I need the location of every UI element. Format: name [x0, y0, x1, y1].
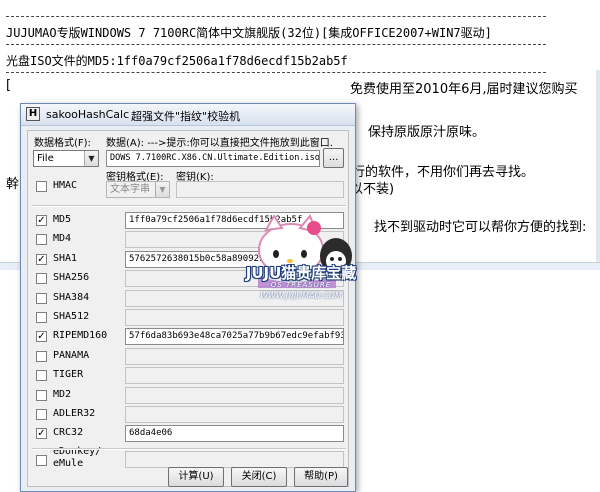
hash-label: SHA256 — [53, 272, 90, 283]
hash-output-md2[interactable] — [125, 387, 344, 404]
hash-checkbox-ripemd160[interactable]: ✓ — [36, 331, 47, 342]
data-format-value: File — [37, 153, 54, 164]
hash-label: MD4 — [53, 233, 72, 244]
hmac-checkbox[interactable] — [36, 181, 47, 192]
hash-label: ADLER32 — [53, 408, 96, 419]
hash-label: PANAMA — [53, 350, 90, 361]
hash-checkbox-sha512[interactable] — [36, 312, 47, 323]
help-button[interactable]: 帮助(P) — [294, 467, 348, 487]
data-input[interactable]: DOWS 7.7100RC.X86.CN.Ultimate.Edition.is… — [106, 150, 320, 167]
separator-line — [6, 44, 546, 45]
hash-label: MD2 — [53, 389, 72, 400]
calculate-button[interactable]: 计算(U) — [168, 467, 224, 487]
dialog-client-area: 数据格式(F): 数据(A): --->提示:你可以直接把文件拖放到此窗口. F… — [27, 130, 349, 487]
title-bar[interactable]: H sakooHashCalc 超强文件"指纹"校验机 — [21, 104, 355, 126]
chevron-down-icon[interactable]: ▼ — [155, 182, 169, 197]
hash-checkbox-edonkey[interactable] — [36, 455, 47, 466]
hash-output-edonkey[interactable] — [125, 451, 344, 468]
hash-output-ripemd160[interactable]: 57f6da83b693e48ca7025a77b9b67edc9efabf93 — [125, 328, 344, 345]
hash-label: CRC32 — [53, 427, 84, 438]
hash-checkbox-md2[interactable] — [36, 390, 47, 401]
hash-checkbox-tiger[interactable] — [36, 370, 47, 381]
hash-checkbox-crc32[interactable]: ✓ — [36, 428, 47, 439]
hash-checkbox-sha256[interactable] — [36, 273, 47, 284]
key-format-select[interactable]: 文本字串 ▼ — [106, 181, 170, 198]
hash-label: RIPEMD160 — [53, 330, 108, 341]
hash-output-tiger[interactable] — [125, 367, 344, 384]
divider — [32, 448, 346, 450]
hash-checkbox-panama[interactable] — [36, 351, 47, 362]
hello-kitty-watermark-image — [258, 214, 352, 288]
hash-checkbox-md4[interactable] — [36, 234, 47, 245]
doc-fragment-original: 保持原版原汁原味。 — [368, 125, 486, 140]
doc-fragment-driver: 找不到驱动时它可以帮你方便的找到: — [374, 220, 587, 235]
hash-label: TIGER — [53, 369, 84, 380]
doc-fragment-bracket: [ — [6, 78, 12, 93]
edonkey-label-line2: eMule — [53, 458, 84, 469]
hash-label: SHA512 — [53, 311, 90, 322]
browse-button[interactable]: ... — [323, 148, 344, 168]
hash-checkbox-sha1[interactable]: ✓ — [36, 254, 47, 265]
hash-output-panama[interactable] — [125, 348, 344, 365]
hash-output-crc32[interactable]: 68da4e06 — [125, 425, 344, 442]
separator-line — [6, 16, 546, 17]
hash-checkbox-md5[interactable]: ✓ — [36, 215, 47, 226]
hash-checkbox-sha384[interactable] — [36, 293, 47, 304]
close-button[interactable]: 关闭(C) — [231, 467, 287, 487]
watermark-subtitle: OS TREASURE — [270, 281, 332, 289]
doc-line-md5: 光盘ISO文件的MD5:1ff0a79cf2506a1f78d6ecdf15b2… — [6, 54, 348, 68]
vertical-scrollbar[interactable] — [596, 70, 600, 265]
hash-checkbox-adler32[interactable] — [36, 409, 47, 420]
data-label: 数据(A): --->提示:你可以直接把文件拖放到此窗口. — [106, 138, 333, 149]
hash-label: SHA1 — [53, 253, 78, 264]
hash-output-adler32[interactable] — [125, 406, 344, 423]
chevron-down-icon[interactable]: ▼ — [84, 151, 98, 166]
separator-line — [6, 72, 546, 73]
data-format-label: 数据格式(F): — [34, 138, 91, 149]
doc-fragment-trial: 免费使用至2010年6月,届时建议您购买 — [350, 82, 578, 97]
hmac-label: HMAC — [53, 180, 78, 191]
app-icon: H — [26, 107, 40, 121]
app-name: sakooHashCalc — [46, 108, 130, 121]
doc-fragment-left-char: 幹 — [6, 177, 20, 192]
hash-label: MD5 — [53, 214, 72, 225]
hash-output-sha512[interactable] — [125, 309, 344, 326]
window-subtitle: 超强文件"指纹"校验机 — [131, 110, 241, 123]
data-format-select[interactable]: File ▼ — [33, 150, 99, 167]
watermark-url: WWW.JUJUMAO.COM — [260, 291, 342, 300]
watermark-title: JUJU猫贵库宝藏 — [245, 264, 357, 282]
hash-label: SHA384 — [53, 292, 90, 303]
doc-line-title: JUJUMAO专版WINDOWS 7 7100RC简体中文旗舰版(32位)[集成… — [6, 26, 492, 40]
key-format-value: 文本字串 — [110, 184, 150, 195]
